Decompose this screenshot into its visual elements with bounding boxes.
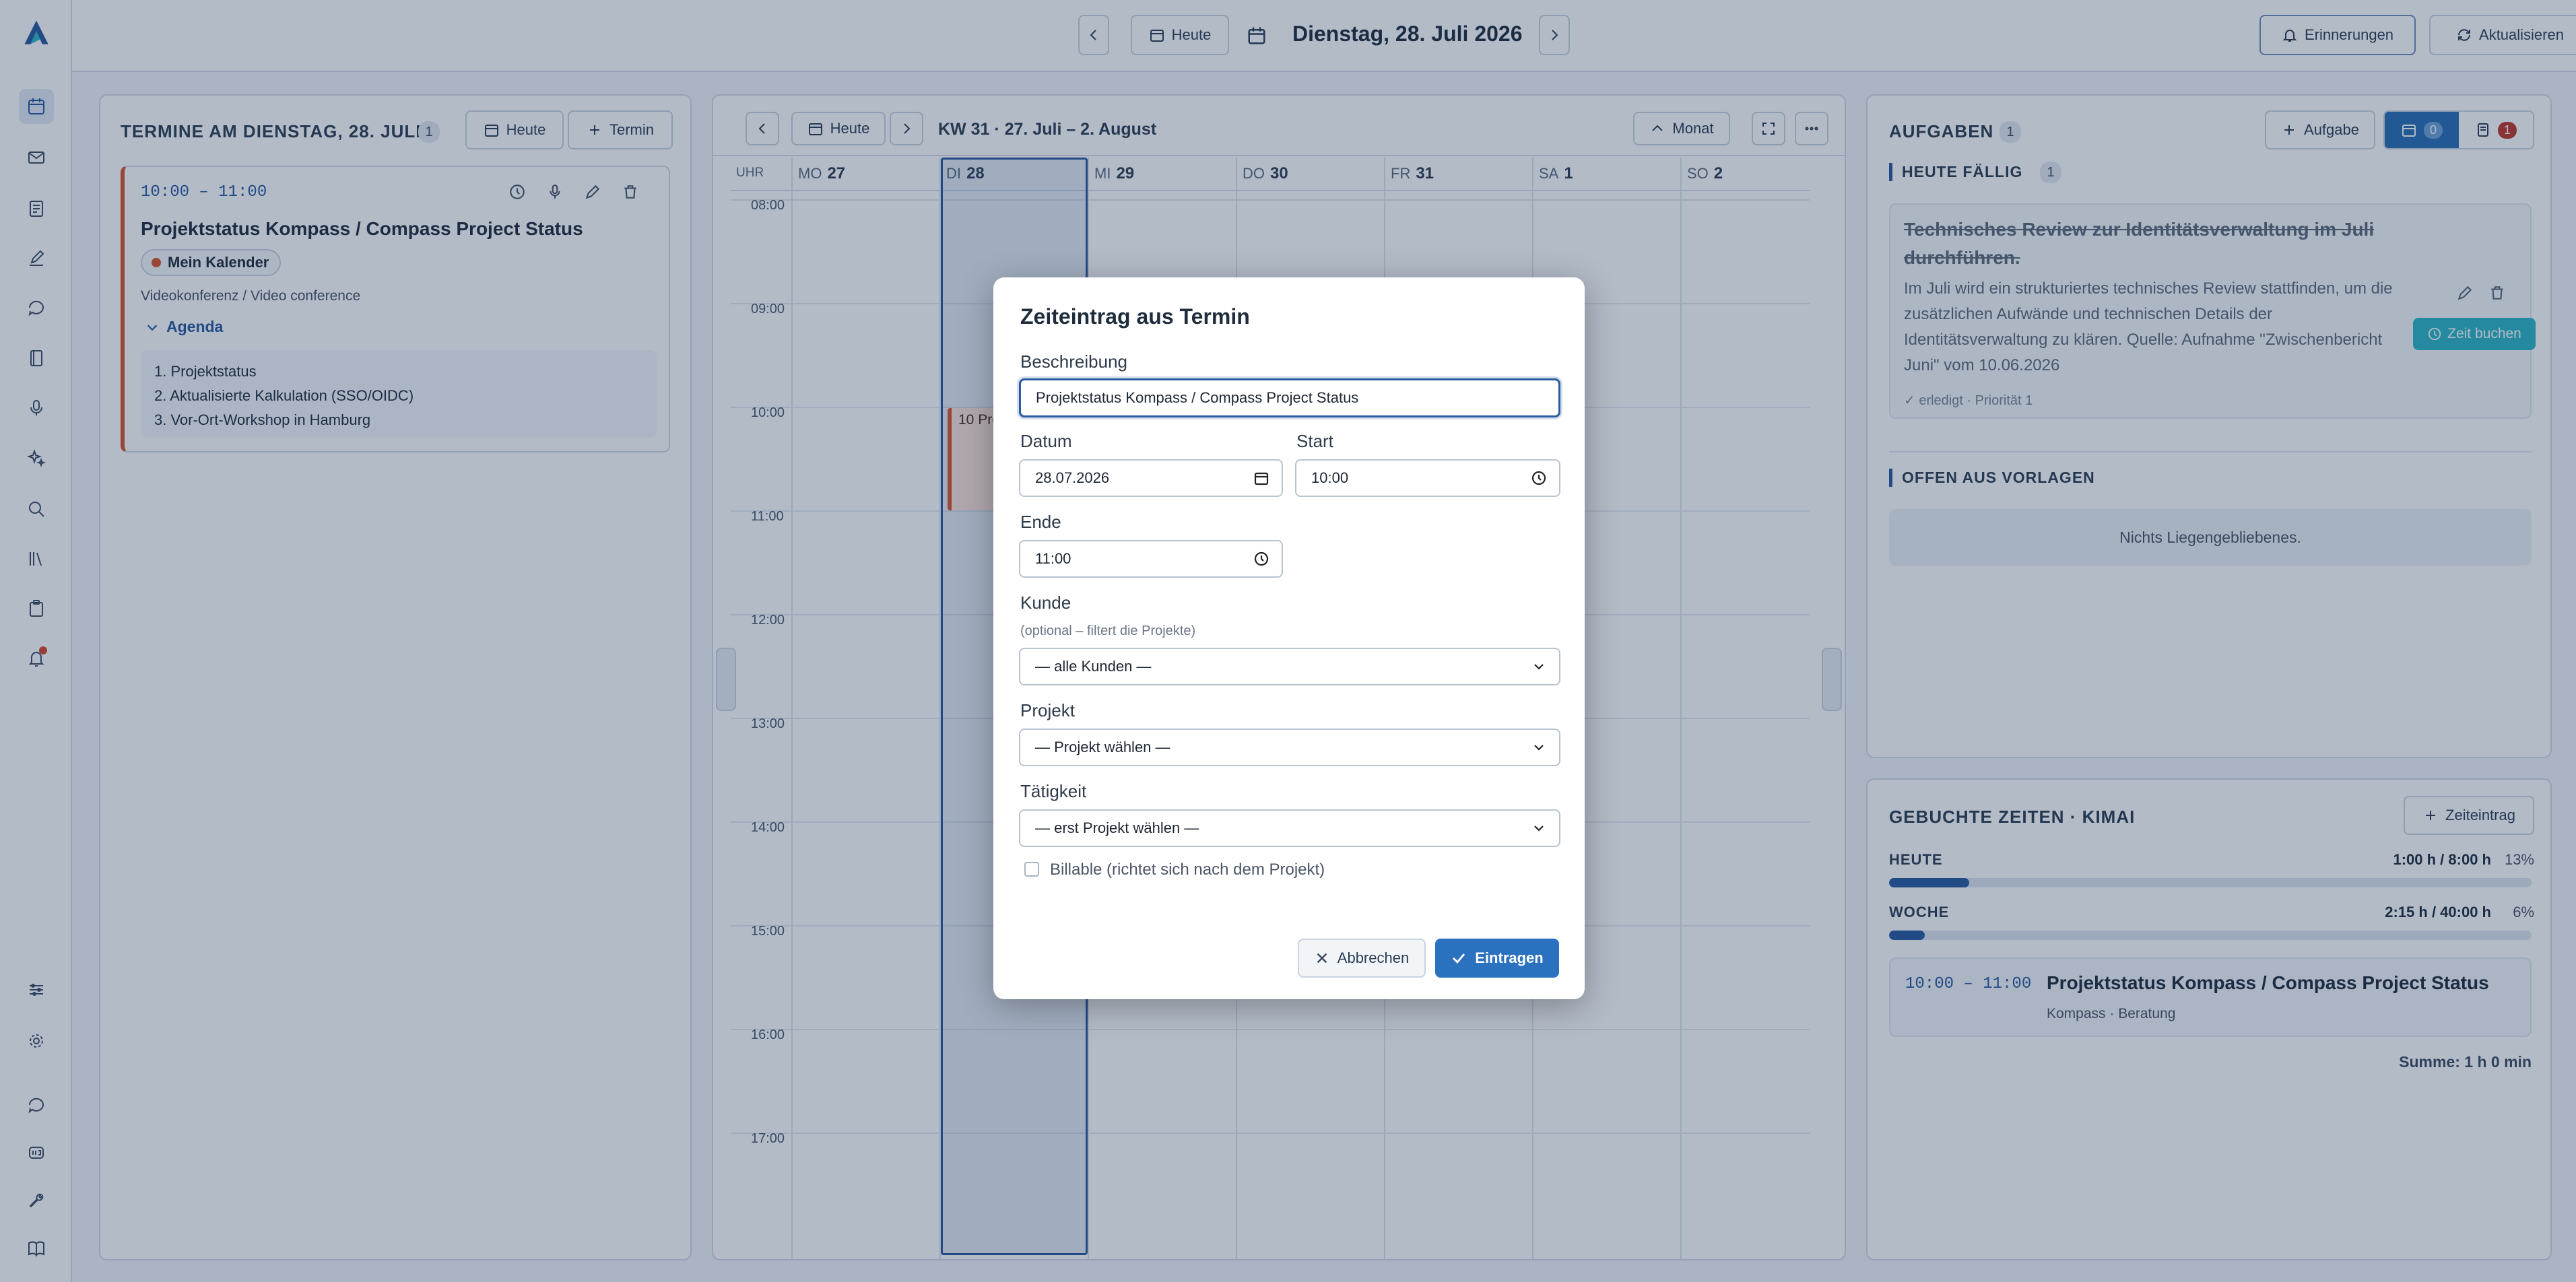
project-label: Projekt bbox=[1020, 700, 1075, 720]
end-label: Ende bbox=[1020, 512, 1061, 532]
customer-label: Kunde bbox=[1020, 593, 1071, 613]
time-entry-dialog: Zeiteintrag aus Termin Beschreibung Proj… bbox=[993, 277, 1585, 999]
clock-icon bbox=[1254, 551, 1269, 566]
billable-checkbox[interactable] bbox=[1024, 862, 1039, 877]
customer-select[interactable]: — alle Kunden — bbox=[1019, 648, 1560, 685]
billable-label: Billable (richtet sich nach dem Projekt) bbox=[1050, 861, 1325, 879]
date-input[interactable]: 28.07.2026 bbox=[1019, 459, 1283, 497]
end-time-input[interactable]: 11:00 bbox=[1019, 540, 1283, 578]
chevron-down-icon bbox=[1534, 664, 1544, 670]
project-select[interactable]: — Projekt wählen — bbox=[1019, 729, 1560, 766]
submit-button[interactable]: Eintragen bbox=[1435, 939, 1559, 978]
description-input[interactable]: Projektstatus Kompass / Compass Project … bbox=[1019, 378, 1560, 417]
chevron-down-icon bbox=[1534, 745, 1544, 751]
calendar-icon bbox=[1254, 472, 1269, 485]
activity-select[interactable]: — erst Projekt wählen — bbox=[1019, 809, 1560, 847]
description-label: Beschreibung bbox=[1020, 351, 1127, 372]
activity-label: Tätigkeit bbox=[1020, 781, 1087, 801]
start-time-input[interactable]: 10:00 bbox=[1295, 459, 1560, 497]
cancel-button[interactable]: Abbrechen bbox=[1298, 939, 1426, 978]
chevron-down-icon bbox=[1534, 825, 1544, 832]
close-icon bbox=[1317, 953, 1327, 964]
date-label: Datum bbox=[1020, 431, 1072, 451]
clock-icon bbox=[1531, 471, 1546, 485]
dialog-title: Zeiteintrag aus Termin bbox=[1020, 304, 1250, 329]
customer-hint: (optional – filtert die Projekte) bbox=[1020, 623, 1196, 638]
check-icon bbox=[1453, 953, 1465, 964]
start-label: Start bbox=[1296, 431, 1333, 451]
